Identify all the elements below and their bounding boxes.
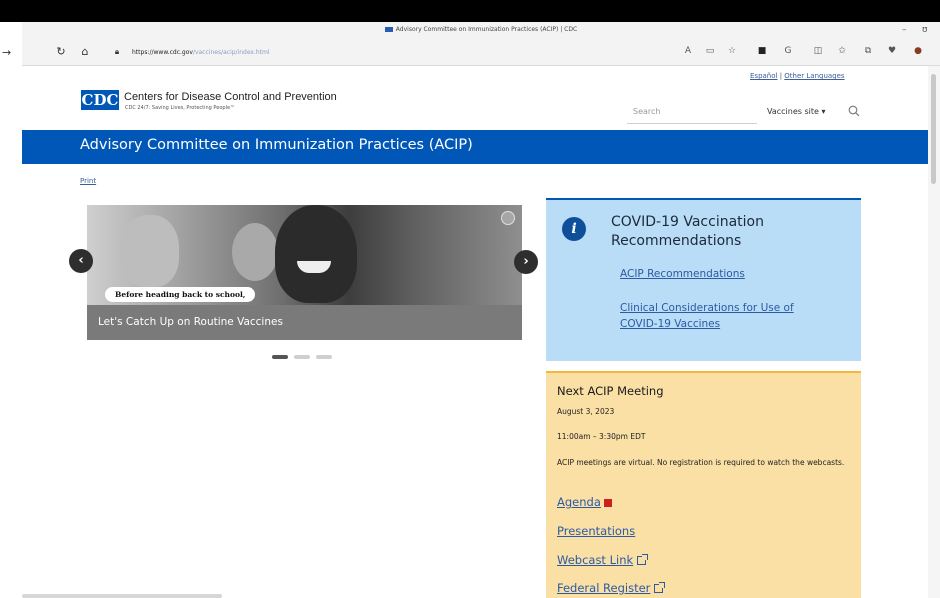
scrollbar-thumb[interactable] (931, 74, 936, 184)
espanol-link[interactable]: Español (750, 72, 777, 80)
url-path: /vaccines/acip/index.html (192, 49, 270, 56)
home-icon[interactable]: ⌂ (78, 45, 92, 58)
horizontal-scrollbar[interactable] (22, 594, 222, 598)
carousel-dot-3[interactable] (316, 355, 332, 359)
web-page: Español | Other Languages CDC Centers fo… (22, 66, 928, 598)
carousel-dot-2[interactable] (294, 355, 310, 359)
page-banner: Advisory Committee on Immunization Pract… (22, 130, 928, 164)
extension-g-icon[interactable]: G (782, 46, 794, 56)
favicon-icon (384, 27, 393, 32)
browser-tab[interactable]: Advisory Committee on Immunization Pract… (22, 26, 940, 33)
favorite-star-icon[interactable]: ☆ (726, 46, 738, 56)
org-name[interactable]: Centers for Disease Control and Preventi… (124, 91, 337, 103)
collections-icon[interactable]: ⧉ (862, 46, 874, 56)
webcast-link[interactable]: Webcast Link (557, 553, 649, 567)
read-aloud-icon[interactable]: A (682, 46, 694, 56)
meeting-time: 11:00am – 3:30pm EDT (557, 432, 646, 441)
extension-icon[interactable]: ■ (756, 46, 768, 56)
presentations-label: Presentations (557, 524, 636, 538)
site-scope-select[interactable]: Vaccines site ▾ (767, 100, 842, 124)
browser-tab-strip: Advisory Committee on Immunization Pract… (22, 22, 940, 40)
agenda-link[interactable]: Agenda (557, 495, 612, 509)
photo-child-middle (232, 223, 278, 281)
browser-toolbar: ↻ ⌂ 🔒︎ https://www.cdc.gov/vaccines/acip… (22, 40, 940, 66)
covid-title: COVID-19 Vaccination Recommendations (611, 214, 764, 249)
window-control-icon[interactable]: ʊ (922, 25, 928, 35)
tab-title: Advisory Committee on Immunization Pract… (395, 26, 578, 33)
agenda-label: Agenda (557, 495, 601, 509)
federal-register-link[interactable]: Federal Register (557, 581, 666, 595)
profile-avatar-icon[interactable]: ● (912, 46, 924, 56)
page-title: Advisory Committee on Immunization Pract… (80, 137, 473, 153)
refresh-icon[interactable]: ↻ (54, 45, 68, 58)
hero-carousel-slide[interactable]: Before heading back to school, Let's Cat… (87, 205, 522, 340)
lock-icon: 🔒︎ (114, 47, 120, 56)
meeting-date: August 3, 2023 (557, 407, 615, 416)
search-input[interactable]: Search (627, 100, 757, 124)
carousel-dot-1[interactable] (272, 355, 288, 359)
hero-tag-pill: Before heading back to school, (105, 287, 256, 302)
external-link-icon (654, 582, 666, 593)
address-bar[interactable]: https://www.cdc.gov/vaccines/acip/index.… (132, 44, 692, 62)
immersive-reader-icon[interactable]: ▭ (704, 46, 716, 56)
print-link[interactable]: Print (80, 177, 96, 185)
split-screen-icon[interactable]: ◫ (812, 46, 824, 56)
federal-register-label: Federal Register (557, 581, 651, 595)
next-meeting-callout: Next ACIP Meeting August 3, 2023 11:00am… (546, 371, 861, 598)
clinical-considerations-link[interactable]: Clinical Considerations for Use of COVID… (620, 300, 830, 332)
url-domain: https://www.cdc.gov (132, 49, 193, 56)
left-gutter (0, 22, 22, 66)
search-icon[interactable] (848, 105, 860, 117)
presentations-link[interactable]: Presentations (557, 524, 635, 538)
meeting-description: ACIP meetings are virtual. No registrati… (557, 458, 845, 467)
external-link-icon (637, 554, 649, 565)
os-top-bar (0, 0, 940, 22)
hero-caption[interactable]: Let's Catch Up on Routine Vaccines (98, 316, 283, 328)
browser-essentials-icon[interactable]: ♥ (886, 46, 898, 56)
photo-child-left (121, 215, 179, 287)
minimize-button[interactable]: – (902, 25, 907, 35)
vertical-scrollbar[interactable] (928, 66, 940, 598)
photo-child-center (275, 205, 357, 303)
carousel-prev-button[interactable]: ‹ (69, 249, 93, 273)
pdf-icon (603, 498, 612, 507)
cdc-logo[interactable]: CDC (81, 90, 119, 110)
other-languages-link[interactable]: Other Languages (784, 72, 844, 80)
carousel-next-button[interactable]: › (514, 250, 538, 274)
language-links: Español | Other Languages (750, 72, 845, 80)
acip-recommendations-link[interactable]: ACIP Recommendations (620, 266, 745, 282)
webcast-label: Webcast Link (557, 553, 634, 567)
info-icon: i (562, 217, 586, 241)
org-tagline: CDC 24/7: Saving Lives, Protecting Peopl… (125, 105, 236, 111)
meeting-title: Next ACIP Meeting (557, 384, 664, 398)
covid-callout: i COVID-19 Vaccination Recommendations A… (546, 198, 861, 361)
expand-icon[interactable] (501, 211, 515, 225)
back-arrow-icon[interactable]: → (2, 46, 11, 59)
favorites-icon[interactable]: ✩ (836, 46, 848, 56)
